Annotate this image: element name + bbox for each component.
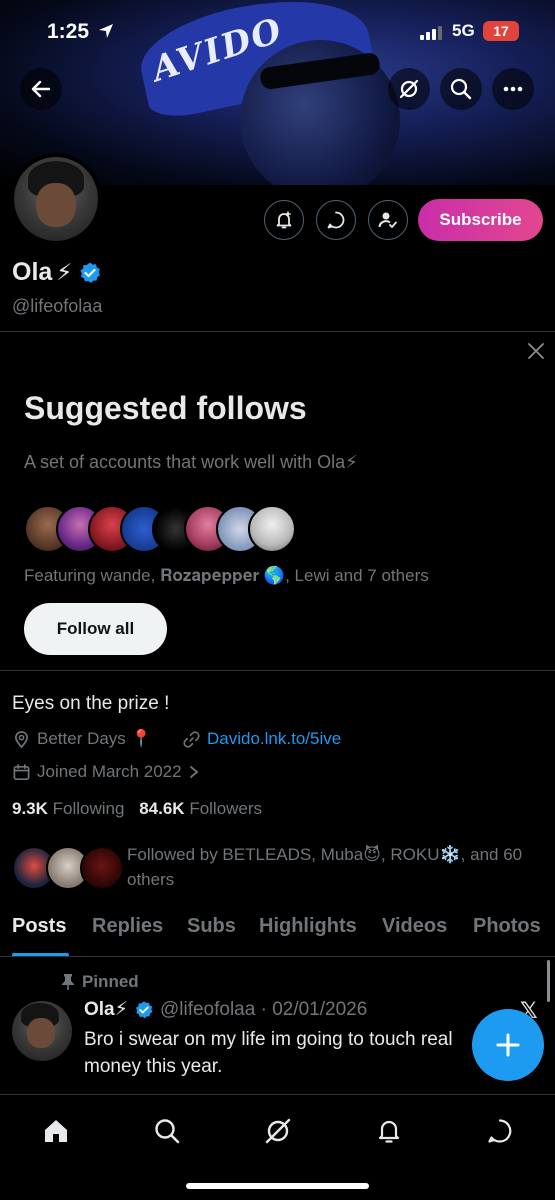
- pinned-text: Pinned: [82, 972, 139, 991]
- grok-button[interactable]: [388, 68, 430, 110]
- location-text: Better Days 📍: [37, 729, 152, 748]
- nav-messages[interactable]: [478, 1109, 522, 1153]
- suggested-featuring: Featuring wande, 𝐑𝐨𝐳𝐚𝐩𝐞𝐩𝐩𝐞𝐫 🌎, Lewi and …: [24, 566, 429, 585]
- profile-name-row: Ola ⚡: [12, 258, 102, 287]
- chat-bubble-icon: [327, 211, 345, 229]
- profile-handle: @lifeofolaa: [12, 296, 103, 316]
- profile-link[interactable]: Davido.lnk.to/5ive: [182, 729, 341, 749]
- person-check-icon: [378, 212, 397, 229]
- joined-date[interactable]: Joined March 2022: [12, 762, 200, 782]
- tab-posts[interactable]: Posts: [12, 915, 66, 938]
- followers-count: 84.6K: [139, 799, 185, 818]
- profile-tabs: Posts Replies Subs Highlights Videos Pho…: [0, 912, 555, 957]
- joined-text: Joined March 2022: [37, 762, 182, 781]
- grok-icon: [265, 1118, 291, 1144]
- suggested-avatar: [248, 505, 296, 553]
- post-text[interactable]: Bro i swear on my life im going to touch…: [84, 1026, 474, 1080]
- followers-label: Followers: [189, 799, 263, 818]
- pin-icon: [62, 974, 74, 990]
- pinned-label: Pinned: [60, 972, 139, 992]
- search-icon: [155, 1119, 180, 1144]
- back-arrow-icon: [31, 80, 51, 98]
- search-button[interactable]: [440, 68, 482, 110]
- following-link[interactable]: 9.3K Following: [12, 799, 124, 818]
- notifications-icon: [378, 1120, 400, 1143]
- suggested-follows-subtitle: A set of accounts that work well with Ol…: [24, 452, 358, 472]
- compose-button[interactable]: [472, 1009, 544, 1081]
- divider: [0, 331, 555, 332]
- nav-search[interactable]: [145, 1109, 189, 1153]
- chevron-right-icon: [189, 766, 198, 778]
- lightning-emoji: ⚡: [56, 259, 73, 285]
- suggested-follows-title: Suggested follows: [24, 390, 307, 426]
- post-header: Ola⚡ @lifeofolaa · 02/01/2026: [84, 998, 367, 1021]
- post-handle-date: @lifeofolaa · 02/01/2026: [159, 998, 368, 1020]
- profile-location: Better Days 📍: [12, 729, 152, 749]
- post-author[interactable]: Ola⚡: [84, 998, 128, 1021]
- messages-icon: [488, 1119, 512, 1143]
- tab-highlights[interactable]: Highlights: [259, 915, 357, 938]
- signal-icon: [420, 26, 442, 40]
- calendar-icon: [13, 763, 30, 780]
- verified-badge-icon[interactable]: [78, 261, 102, 285]
- follow-all-button[interactable]: Follow all: [24, 603, 167, 655]
- link-icon: [183, 730, 200, 748]
- verified-badge-icon: [135, 1000, 153, 1018]
- following-button[interactable]: [368, 200, 408, 240]
- followed-by-text[interactable]: Followed by BETLEADS, Muba😈, ROKU❄️, and…: [127, 842, 537, 892]
- divider: [0, 670, 555, 671]
- more-dots-icon: [503, 86, 523, 92]
- battery-icon: 17: [483, 21, 519, 41]
- nav-grok[interactable]: [256, 1109, 300, 1153]
- message-button[interactable]: [316, 200, 356, 240]
- more-button[interactable]: [492, 68, 534, 110]
- profile-bio: Eyes on the prize !: [12, 693, 170, 714]
- back-button[interactable]: [20, 68, 62, 110]
- search-icon: [450, 78, 472, 100]
- profile-name: Ola: [12, 258, 53, 286]
- location-arrow-icon: [99, 24, 113, 38]
- nav-home[interactable]: [34, 1109, 78, 1153]
- link-text[interactable]: Davido.lnk.to/5ive: [207, 729, 341, 749]
- network-type: 5G: [452, 21, 475, 40]
- subscribe-button[interactable]: Subscribe: [418, 199, 543, 241]
- home-icon: [45, 1120, 67, 1142]
- grok-icon: [399, 79, 419, 99]
- notify-button[interactable]: [264, 200, 304, 240]
- tab-videos[interactable]: Videos: [382, 915, 447, 938]
- status-time: 1:25: [47, 20, 90, 43]
- followed-by-avatar: [80, 846, 124, 890]
- profile-avatar[interactable]: [10, 153, 102, 245]
- divider: [0, 956, 555, 957]
- nav-notifications[interactable]: [367, 1109, 411, 1153]
- close-icon[interactable]: [526, 341, 546, 361]
- scrollbar[interactable]: [547, 960, 550, 1002]
- followers-link[interactable]: 84.6K Followers: [139, 799, 262, 818]
- tab-photos[interactable]: Photos: [473, 915, 541, 938]
- tab-subs[interactable]: Subs: [187, 915, 236, 938]
- location-pin-icon: [14, 730, 29, 748]
- status-bar: 1:25 5G 17: [0, 0, 555, 62]
- post-avatar[interactable]: [12, 1001, 72, 1061]
- tab-replies[interactable]: Replies: [92, 915, 163, 938]
- bell-plus-icon: [276, 211, 292, 229]
- plus-icon: [496, 1033, 520, 1057]
- follow-stats: 9.3K Following 84.6K Followers: [12, 799, 262, 819]
- home-indicator: [186, 1183, 369, 1189]
- following-label: Following: [52, 799, 125, 818]
- following-count: 9.3K: [12, 799, 48, 818]
